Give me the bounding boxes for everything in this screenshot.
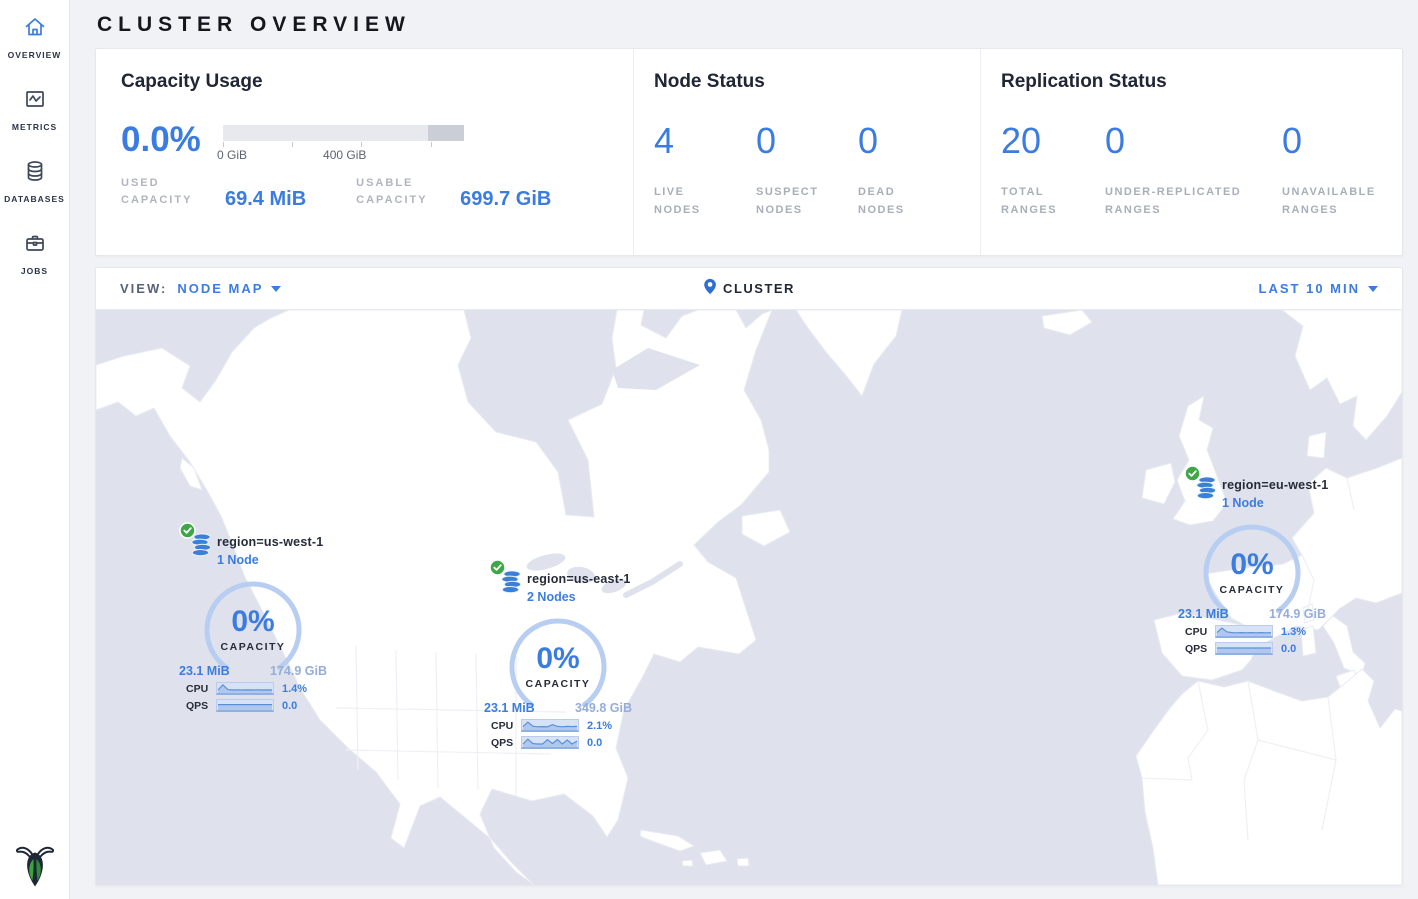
qps-label: QPS <box>186 700 216 712</box>
under-replicated-ranges-stat: 0 UNDER-REPLICATED RANGES <box>1105 123 1282 219</box>
sidebar: OVERVIEW METRICS DATABASES <box>0 0 70 899</box>
node-status-section: Node Status 4 LIVE NODES 0 SUSPECT NODES… <box>633 49 980 255</box>
live-nodes-stat: 4 LIVE NODES <box>654 123 756 219</box>
sidebar-label-databases: DATABASES <box>4 194 65 204</box>
capacity-label: CAPACITY <box>503 678 613 690</box>
used-capacity-value: 69.4 MiB <box>225 189 306 209</box>
region-label: region=eu-west-1 <box>1222 478 1328 492</box>
under-replicated-ranges-label: UNDER-REPLICATED RANGES <box>1105 183 1265 219</box>
capacity-total: 174.9 GiB <box>1269 607 1326 621</box>
locality-card-us-west-1[interactable]: region=us-west-1 1 Node 0% CAPACITY 23.1… <box>178 525 328 712</box>
view-selector-value: NODE MAP <box>177 281 263 296</box>
sidebar-item-overview[interactable]: OVERVIEW <box>0 0 69 72</box>
metrics-icon <box>23 87 47 116</box>
node-status-title: Node Status <box>654 71 960 93</box>
qps-label: QPS <box>1185 643 1215 655</box>
suspect-nodes-stat: 0 SUSPECT NODES <box>756 123 858 219</box>
live-nodes-label: LIVE NODES <box>654 183 732 219</box>
capacity-bar-track <box>223 125 464 141</box>
dead-nodes-label: DEAD NODES <box>858 183 936 219</box>
database-icon <box>23 159 47 188</box>
live-nodes-value: 4 <box>654 123 756 159</box>
node-count: 1 Node <box>1222 496 1328 510</box>
replication-status-title: Replication Status <box>1001 71 1382 93</box>
qps-sparkline <box>521 736 579 749</box>
node-map-panel: VIEW: NODE MAP CLUSTER <box>95 267 1403 886</box>
capacity-tick-label-0: 0 GiB <box>217 148 247 162</box>
qps-sparkline <box>216 699 274 712</box>
node-count: 1 Node <box>217 553 323 567</box>
capacity-label: CAPACITY <box>198 641 308 653</box>
node-count: 2 Nodes <box>527 590 631 604</box>
suspect-nodes-label: SUSPECT NODES <box>756 183 834 219</box>
sidebar-item-databases[interactable]: DATABASES <box>0 144 69 216</box>
total-ranges-value: 20 <box>1001 123 1105 159</box>
capacity-total: 349.8 GiB <box>575 701 632 715</box>
cockroachdb-bug-logo <box>0 843 70 889</box>
page-title: CLUSTER OVERVIEW <box>97 13 1403 37</box>
capacity-bar-segment <box>428 125 464 141</box>
unavailable-ranges-value: 0 <box>1282 123 1382 159</box>
capacity-percent: 0% <box>198 605 308 639</box>
capacity-percent: 0% <box>503 642 613 676</box>
capacity-used: 23.1 MiB <box>179 664 230 678</box>
sidebar-item-metrics[interactable]: METRICS <box>0 72 69 144</box>
capacity-used-percent: 0.0% <box>121 123 223 157</box>
app-root: OVERVIEW METRICS DATABASES <box>0 0 1418 899</box>
locality-card-eu-west-1[interactable]: region=eu-west-1 1 Node 0% CAPACITY 23.1… <box>1177 468 1327 655</box>
dead-nodes-value: 0 <box>858 123 960 159</box>
usable-capacity-label: USABLE CAPACITY <box>356 175 448 209</box>
sidebar-label-metrics: METRICS <box>12 122 57 132</box>
qps-label: QPS <box>491 737 521 749</box>
view-label: VIEW: <box>120 281 167 296</box>
capacity-used: 23.1 MiB <box>1178 607 1229 621</box>
node-map-canvas[interactable]: region=us-west-1 1 Node 0% CAPACITY 23.1… <box>96 310 1402 885</box>
sidebar-item-jobs[interactable]: JOBS <box>0 216 69 288</box>
qps-sparkline <box>1215 642 1273 655</box>
sidebar-label-overview: OVERVIEW <box>8 50 62 60</box>
dead-nodes-stat: 0 DEAD NODES <box>858 123 960 219</box>
used-capacity-label: USED CAPACITY <box>121 175 213 209</box>
cluster-summary-panel: Capacity Usage 0.0% <box>95 48 1403 256</box>
sidebar-label-jobs: JOBS <box>21 266 48 276</box>
node-live-check-icon <box>179 522 196 544</box>
capacity-bar: 0 GiB 400 GiB <box>223 125 464 161</box>
node-live-check-icon <box>489 559 506 581</box>
unavailable-ranges-label: UNAVAILABLE RANGES <box>1282 183 1382 219</box>
capacity-used: 23.1 MiB <box>484 701 535 715</box>
home-icon <box>23 15 47 44</box>
locality-card-us-east-1[interactable]: region=us-east-1 2 Nodes 0% CAPACITY 23.… <box>483 562 633 749</box>
qps-value: 0.0 <box>587 737 602 749</box>
capacity-usage-section: Capacity Usage 0.0% <box>96 49 633 255</box>
qps-value: 0.0 <box>282 700 297 712</box>
capacity-tick-label-400: 400 GiB <box>323 148 366 162</box>
chevron-down-icon <box>1368 286 1378 292</box>
under-replicated-ranges-value: 0 <box>1105 123 1282 159</box>
view-selector-dropdown[interactable]: NODE MAP <box>177 281 281 296</box>
region-label: region=us-east-1 <box>527 572 631 586</box>
capacity-total: 174.9 GiB <box>270 664 327 678</box>
breadcrumb[interactable]: CLUSTER <box>703 278 795 300</box>
view-bar: VIEW: NODE MAP CLUSTER <box>96 268 1402 310</box>
time-range-dropdown[interactable]: LAST 10 MIN <box>1259 281 1378 296</box>
breadcrumb-cluster: CLUSTER <box>723 281 795 296</box>
replication-status-section: Replication Status 20 TOTAL RANGES 0 UND… <box>980 49 1402 255</box>
capacity-percent: 0% <box>1197 548 1307 582</box>
chevron-down-icon <box>271 286 281 292</box>
node-live-check-icon <box>1184 465 1201 487</box>
main-content: CLUSTER OVERVIEW Capacity Usage 0.0% <box>70 0 1418 899</box>
total-ranges-stat: 20 TOTAL RANGES <box>1001 123 1105 219</box>
region-label: region=us-west-1 <box>217 535 323 549</box>
briefcase-icon <box>23 231 47 260</box>
suspect-nodes-value: 0 <box>756 123 858 159</box>
capacity-usage-title: Capacity Usage <box>121 71 613 93</box>
time-range-value: LAST 10 MIN <box>1259 281 1360 296</box>
capacity-label: CAPACITY <box>1197 584 1307 596</box>
usable-capacity-value: 699.7 GiB <box>460 189 551 209</box>
unavailable-ranges-stat: 0 UNAVAILABLE RANGES <box>1282 123 1382 219</box>
qps-value: 0.0 <box>1281 643 1296 655</box>
total-ranges-label: TOTAL RANGES <box>1001 183 1071 219</box>
location-pin-icon <box>703 278 717 300</box>
